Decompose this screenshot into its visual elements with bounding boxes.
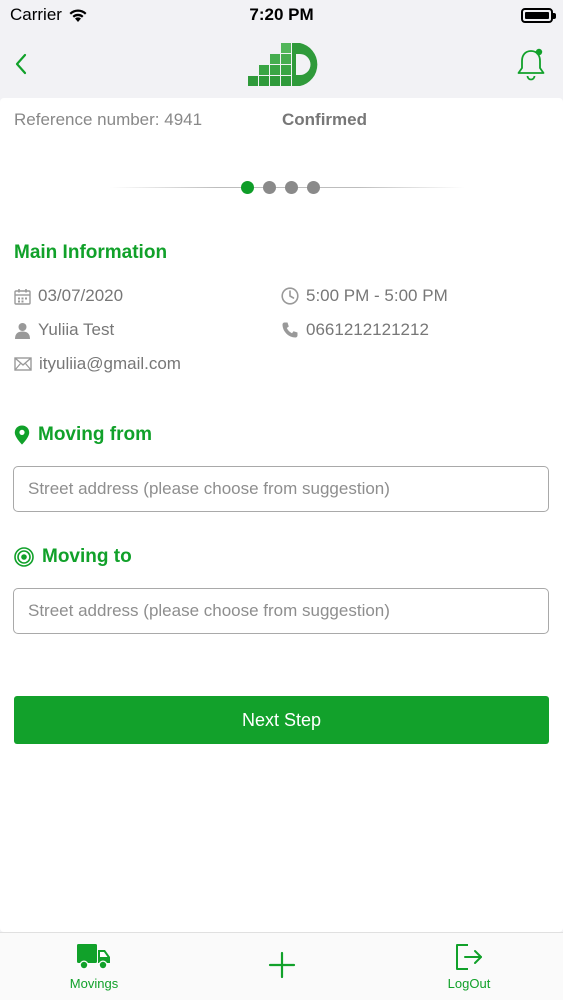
step-dot-1 — [241, 181, 254, 194]
name-info: Yuliia Test — [14, 320, 114, 340]
time-value: 5:00 PM - 5:00 PM — [306, 286, 448, 305]
back-button[interactable] — [14, 44, 44, 84]
moving-to-title: Moving to — [14, 546, 132, 568]
next-step-button[interactable]: Next Step — [14, 696, 549, 744]
plus-icon — [268, 951, 296, 979]
calendar-icon — [14, 288, 31, 305]
bell-notification-icon — [517, 48, 545, 81]
main-info-title: Main Information — [14, 242, 168, 263]
moving-from-address-input[interactable] — [13, 466, 549, 512]
email-value: ityuliia@gmail.com — [39, 354, 181, 373]
target-icon — [14, 547, 34, 567]
company-logo — [248, 43, 318, 86]
envelope-icon — [14, 357, 32, 371]
status-left: Carrier — [10, 5, 88, 25]
moving-details-card: Reference number: 4941 Confirmed Main In… — [0, 98, 563, 932]
reference-number: Reference number: 4941 — [14, 110, 203, 129]
map-pin-icon — [14, 425, 30, 445]
status-bar: Carrier 7:20 PM — [0, 0, 563, 30]
chevron-left-icon — [15, 53, 27, 75]
notifications-button[interactable] — [513, 44, 549, 84]
step-dot-4 — [307, 181, 320, 194]
step-dot-3 — [285, 181, 298, 194]
date-info: 03/07/2020 — [14, 286, 123, 306]
phone-value: 0661212121212 — [306, 320, 429, 339]
logout-icon — [456, 944, 482, 970]
moving-to-address-input[interactable] — [13, 588, 549, 634]
email-info: ityuliia@gmail.com — [14, 354, 181, 374]
user-icon — [15, 322, 30, 339]
step-indicator — [110, 180, 465, 194]
name-value: Yuliia Test — [38, 320, 115, 339]
order-status: Confirmed — [282, 110, 367, 129]
date-value: 03/07/2020 — [38, 286, 124, 305]
time-info: 5:00 PM - 5:00 PM — [281, 286, 448, 306]
tab-movings[interactable]: Movings — [66, 941, 122, 991]
step-dot-2 — [263, 181, 276, 194]
carrier-label: Carrier — [10, 5, 62, 24]
tab-movings-label: Movings — [69, 976, 119, 991]
phone-info: 0661212121212 — [281, 320, 429, 340]
tab-add[interactable] — [266, 951, 298, 979]
nav-bar — [0, 30, 563, 98]
wifi-icon — [69, 8, 87, 22]
battery-icon — [521, 7, 556, 23]
tab-bar: Movings LogOut — [0, 932, 563, 1000]
tab-logout-label: LogOut — [447, 976, 491, 991]
tab-logout[interactable]: LogOut — [440, 941, 498, 991]
moving-from-title: Moving from — [14, 424, 152, 446]
phone-icon — [282, 322, 298, 338]
truck-icon — [77, 944, 110, 970]
clock-icon — [281, 287, 299, 305]
